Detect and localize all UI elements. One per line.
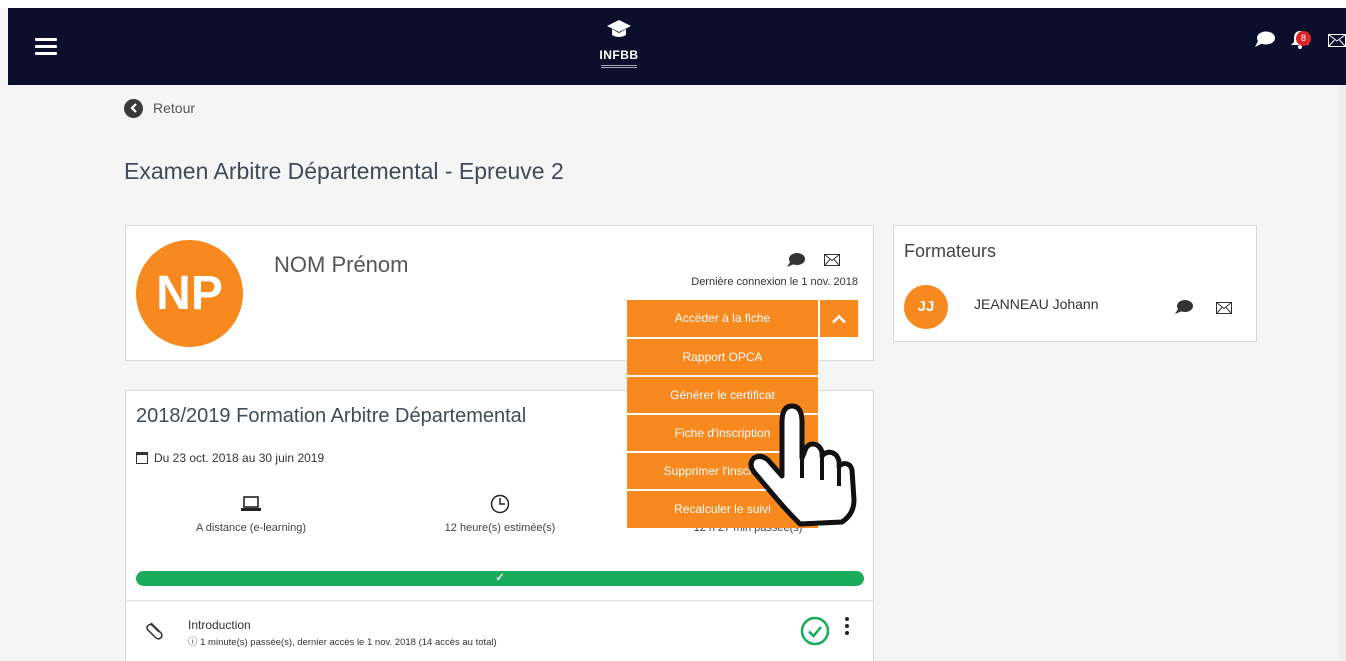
menu-item-access-record[interactable]: Accéder à la fiche	[627, 300, 818, 337]
back-link[interactable]: Retour	[124, 97, 195, 119]
trainer-name[interactable]: JEANNEAU Johann	[974, 296, 1099, 312]
chat-icon[interactable]	[786, 252, 806, 268]
logo-underline	[601, 65, 637, 68]
completed-check-icon	[800, 616, 830, 646]
more-options-icon[interactable]	[844, 617, 850, 638]
scrollbar[interactable]	[1339, 85, 1346, 661]
trainers-card: Formateurs JJ JEANNEAU Johann	[893, 225, 1257, 342]
notification-badge: 8	[1296, 31, 1311, 46]
lesson-meta: ⓘ 1 minute(s) passée(s), dernier accès l…	[188, 637, 497, 648]
stat-mode: A distance (e-learning)	[141, 494, 361, 534]
chat-icon[interactable]	[1174, 299, 1194, 315]
hamburger-menu-icon[interactable]	[35, 38, 57, 56]
logo-text: INFBB	[599, 48, 639, 62]
graduation-cap-icon	[607, 20, 631, 37]
avatar: NP	[136, 240, 243, 347]
user-name: NOM Prénom	[274, 252, 409, 277]
paperclip-icon	[146, 622, 163, 640]
menu-collapse-button[interactable]	[820, 300, 858, 337]
calendar-icon	[136, 452, 148, 464]
laptop-icon	[241, 496, 261, 511]
page-title: Examen Arbitre Départemental - Epreuve 2	[124, 158, 564, 184]
mail-icon[interactable]	[824, 254, 840, 266]
navbar: INFBB 8	[8, 8, 1346, 85]
back-arrow-icon	[124, 98, 143, 118]
hand-pointer-cursor-icon	[748, 403, 857, 527]
progress-bar: ✓	[136, 571, 864, 586]
clock-icon	[490, 494, 510, 514]
trainer-avatar: JJ	[904, 285, 948, 329]
last-login-text: Dernière connexion le 1 nov. 2018	[691, 276, 858, 288]
chat-icon[interactable]	[1254, 30, 1276, 48]
logo[interactable]: INFBB	[596, 19, 642, 75]
divider	[126, 600, 873, 601]
chevron-up-icon	[832, 314, 846, 323]
trainers-title: Formateurs	[904, 241, 997, 261]
course-dates: Du 23 oct. 2018 au 30 juin 2019	[136, 451, 324, 465]
stat-mode-label: A distance (e-learning)	[195, 522, 307, 534]
menu-item-opca-report[interactable]: Rapport OPCA	[627, 339, 818, 375]
mail-icon[interactable]	[1328, 34, 1346, 47]
lesson-title[interactable]: Introduction	[188, 618, 251, 632]
stat-estimated-label: 12 heure(s) estimée(s)	[444, 522, 556, 534]
course-title: 2018/2019 Formation Arbitre Départementa…	[136, 405, 527, 427]
course-dates-text: Du 23 oct. 2018 au 30 juin 2019	[154, 451, 325, 465]
mail-icon[interactable]	[1216, 302, 1232, 314]
stat-estimated: 12 heure(s) estimée(s)	[390, 494, 610, 534]
top-strip	[0, 0, 1346, 8]
back-label: Retour	[153, 100, 196, 116]
